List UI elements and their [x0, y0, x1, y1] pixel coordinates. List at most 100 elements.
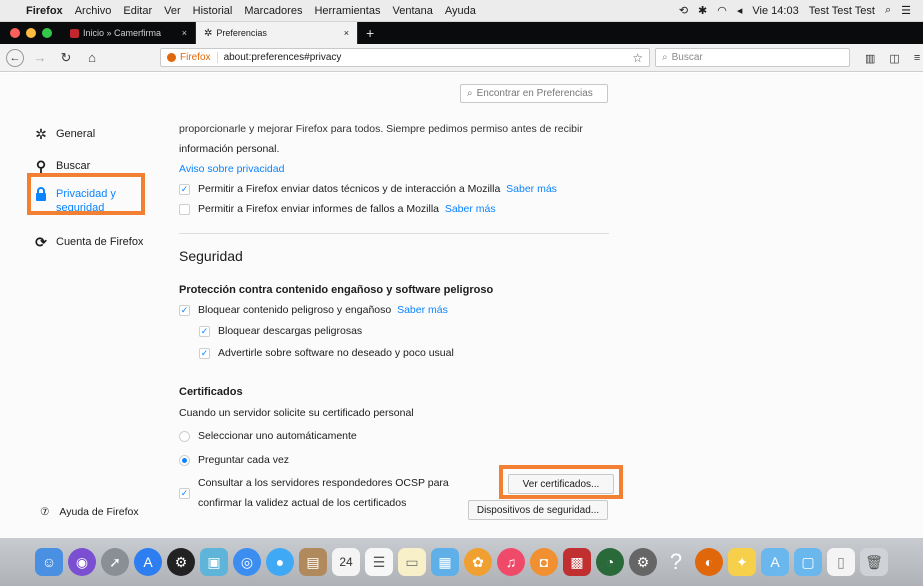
close-window-button[interactable]	[10, 28, 20, 38]
menu-ayuda[interactable]: Ayuda	[445, 5, 476, 17]
preview-icon[interactable]: ▣	[200, 548, 228, 576]
safari-icon[interactable]: ◎	[233, 548, 261, 576]
tab-title: Preferencias	[216, 28, 267, 38]
telemetry-checkbox[interactable]: ✓	[179, 183, 190, 195]
tab-preferencias[interactable]: ✲ Preferencias ×	[196, 22, 358, 44]
finder-icon[interactable]: ☺	[35, 548, 63, 576]
url-bar[interactable]: Firefox about:preferences#privacy ☆	[160, 48, 650, 67]
notes-icon[interactable]: ▭	[398, 548, 426, 576]
reload-button[interactable]: ↻	[56, 48, 76, 68]
launchpad-icon[interactable]: ➚	[101, 548, 129, 576]
help-link[interactable]: ⑦ Ayuda de Firefox	[40, 506, 139, 518]
tab-strip: Inicio » Camerfirma × ✲ Preferencias × +	[0, 22, 923, 44]
identity-box[interactable]: Firefox	[167, 52, 218, 63]
messages-icon[interactable]: ●	[266, 548, 294, 576]
menu-editar[interactable]: Editar	[123, 5, 152, 17]
close-tab-icon[interactable]: ×	[344, 28, 349, 38]
reminders-icon[interactable]: ☰	[365, 548, 393, 576]
menu-marcadores[interactable]: Marcadores	[244, 5, 302, 17]
back-button[interactable]: ←	[6, 48, 24, 67]
sidebar-icon[interactable]: ◫	[889, 52, 899, 65]
time-machine-icon[interactable]: ⟲	[679, 4, 688, 17]
photo-booth-icon[interactable]: ▦	[431, 548, 459, 576]
identity-label: Firefox	[180, 52, 211, 63]
firefox-dock-icon[interactable]: ◐	[695, 548, 723, 576]
select-auto-row: Seleccionar uno automáticamente	[179, 424, 609, 448]
menu-herramientas[interactable]: Herramientas	[314, 5, 380, 17]
menu-historial[interactable]: Historial	[193, 5, 233, 17]
menu-archivo[interactable]: Archivo	[75, 5, 112, 17]
menubar-user[interactable]: Test Test Test	[809, 5, 875, 17]
search-placeholder: Buscar	[671, 52, 703, 63]
help-icon: ⑦	[40, 506, 50, 518]
sidebar-item-general[interactable]: ✲ General	[34, 123, 174, 145]
zoom-window-button[interactable]	[42, 28, 52, 38]
menu-firefox[interactable]: Firefox	[26, 5, 63, 17]
folder-app-icon[interactable]: ✦	[728, 548, 756, 576]
app-store-icon[interactable]: A	[134, 548, 162, 576]
phishing-learn-more-link[interactable]: Saber más	[397, 304, 448, 316]
ocsp-label-2: confirmar la validez actual de los certi…	[198, 497, 407, 509]
warn-unwanted-checkbox[interactable]: ✓	[199, 347, 210, 359]
new-tab-button[interactable]: +	[358, 22, 382, 44]
contacts-icon[interactable]: ▤	[299, 548, 327, 576]
calendar-icon[interactable]: 24	[332, 548, 360, 576]
crash-learn-more-link[interactable]: Saber más	[445, 203, 496, 215]
camerfirma-favicon-icon	[70, 28, 79, 38]
wifi-icon[interactable]: ◠	[717, 4, 727, 17]
close-tab-icon[interactable]: ×	[182, 28, 187, 38]
crash-reports-checkbox[interactable]	[179, 203, 190, 215]
photos-icon[interactable]: ✿	[464, 548, 492, 576]
phishing-heading: Protección contra contenido engañoso y s…	[179, 284, 494, 296]
system-preferences-icon[interactable]: ⚙	[167, 548, 195, 576]
toolbar-right: ▥ ◫ ≡	[865, 48, 920, 68]
siri-icon[interactable]: ◉	[68, 548, 96, 576]
notification-center-icon[interactable]: ☰	[901, 4, 911, 17]
bookmark-star-icon[interactable]: ☆	[632, 51, 643, 65]
gear-icon: ✲	[35, 126, 47, 142]
window-controls	[0, 22, 62, 44]
ask-every-radio[interactable]	[179, 454, 190, 466]
ocsp-checkbox[interactable]: ✓	[179, 487, 190, 499]
file-icon[interactable]: ▯	[827, 548, 855, 576]
security-devices-button[interactable]: Dispositivos de seguridad...	[468, 500, 608, 520]
navigation-toolbar: ← → ↻ ⌂ Firefox about:preferences#privac…	[0, 44, 923, 72]
telemetry-learn-more-link[interactable]: Saber más	[506, 183, 557, 195]
menu-icon[interactable]: ≡	[914, 52, 920, 64]
certificates-heading: Certificados	[179, 386, 243, 398]
search-bar[interactable]: ⌕ Buscar	[655, 48, 850, 67]
spotlight-icon[interactable]: ⌕	[885, 4, 891, 17]
menu-ventana[interactable]: Ventana	[392, 5, 432, 17]
security-heading: Seguridad	[179, 248, 243, 264]
tab-camerfirma[interactable]: Inicio » Camerfirma ×	[62, 22, 196, 44]
block-dangerous-checkbox[interactable]: ✓	[179, 304, 190, 316]
help-dock-icon[interactable]: ?	[662, 548, 690, 576]
ibooks-icon[interactable]: ◘	[530, 548, 558, 576]
time-machine-dock-icon[interactable]: ◔	[596, 548, 624, 576]
photo-app-icon[interactable]: ▩	[563, 548, 591, 576]
documents-folder-icon[interactable]: ▢	[794, 548, 822, 576]
search-icon: ⌕	[467, 88, 473, 99]
itunes-icon[interactable]: ♫	[497, 548, 525, 576]
system-preferences-dock-icon[interactable]: ⚙	[629, 548, 657, 576]
library-icon[interactable]: ▥	[865, 52, 875, 65]
sidebar-item-label: General	[56, 128, 96, 140]
search-icon: ⌕	[662, 52, 668, 63]
ocsp-label-1: Consultar a los servidores respondedores…	[198, 477, 449, 489]
forward-button[interactable]: →	[30, 48, 50, 68]
url-text[interactable]: about:preferences#privacy	[224, 52, 627, 63]
sidebar-item-label: Cuenta de Firefox	[56, 236, 144, 248]
find-in-preferences-input[interactable]: ⌕ Encontrar en Preferencias	[460, 84, 608, 103]
select-auto-radio[interactable]	[179, 430, 190, 442]
applications-folder-icon[interactable]: A	[761, 548, 789, 576]
bluetooth-icon[interactable]: ✱	[698, 4, 707, 17]
trash-icon[interactable]: 🗑	[860, 548, 888, 576]
home-button[interactable]: ⌂	[82, 48, 102, 68]
menubar-clock[interactable]: Vie 14:03	[752, 5, 798, 17]
privacy-notice-link[interactable]: Aviso sobre privacidad	[179, 163, 284, 175]
menu-ver[interactable]: Ver	[164, 5, 181, 17]
minimize-window-button[interactable]	[26, 28, 36, 38]
block-downloads-checkbox[interactable]: ✓	[199, 325, 210, 337]
volume-icon[interactable]: ◂	[737, 4, 743, 17]
sidebar-item-cuenta[interactable]: ⟳ Cuenta de Firefox	[34, 231, 174, 253]
